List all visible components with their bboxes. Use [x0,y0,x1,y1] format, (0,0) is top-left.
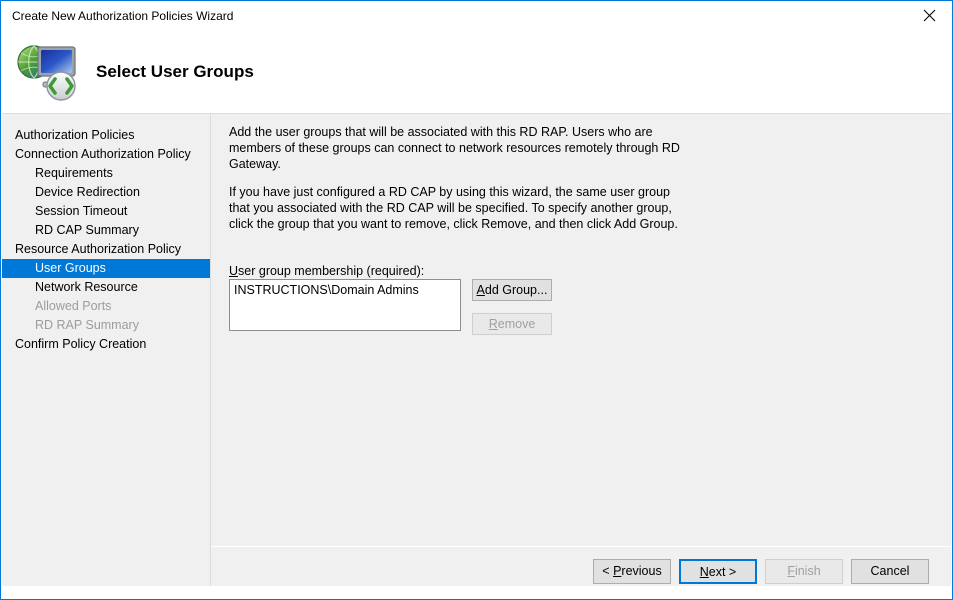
sidebar-item-user-groups[interactable]: User Groups [2,259,210,278]
rd-gateway-icon [10,36,82,108]
window-bottom-strip [2,586,951,599]
user-group-membership-label-accel: U [229,264,238,278]
description-paragraph-2: If you have just configured a RD CAP by … [229,184,687,232]
description-paragraph-1: Add the user groups that will be associa… [229,124,687,172]
wizard-footer: < Previous Next > Finish Cancel [211,547,951,586]
sidebar-item-resource-authorization-policy[interactable]: Resource Authorization Policy [2,240,210,259]
user-group-membership-label: User group membership (required): [229,264,424,278]
previous-button-pre: < [602,564,613,578]
footer-button-group: < Previous Next > Finish Cancel [593,559,929,584]
next-button[interactable]: Next > [679,559,757,584]
cancel-button[interactable]: Cancel [851,559,929,584]
add-group-button-rest: dd Group... [485,283,548,297]
next-button-rest: ext > [709,565,736,579]
finish-button: Finish [765,559,843,584]
wizard-header: Select User Groups [2,31,951,113]
finish-button-accel: F [787,564,795,578]
wizard-step-list: Authorization Policies Connection Author… [2,114,210,586]
user-group-membership-label-rest: ser group membership (required): [238,264,424,278]
user-group-listbox[interactable]: INSTRUCTIONS\Domain Admins [229,279,461,331]
window-title: Create New Authorization Policies Wizard [12,10,233,22]
sidebar-item-authorization-policies[interactable]: Authorization Policies [2,126,210,145]
sidebar-item-device-redirection[interactable]: Device Redirection [2,183,210,202]
sidebar-item-allowed-ports: Allowed Ports [2,297,210,316]
next-button-accel: N [700,565,709,579]
previous-button-rest: revious [621,564,661,578]
sidebar-item-rd-cap-summary[interactable]: RD CAP Summary [2,221,210,240]
close-icon[interactable] [907,1,952,30]
add-group-button[interactable]: Add Group... [472,279,552,301]
list-item[interactable]: INSTRUCTIONS\Domain Admins [234,283,456,298]
add-group-button-accel: A [477,283,485,297]
remove-button: Remove [472,313,552,335]
finish-button-rest: inish [795,564,821,578]
sidebar-item-session-timeout[interactable]: Session Timeout [2,202,210,221]
group-action-buttons: Add Group... Remove [472,279,552,335]
sidebar-item-rd-rap-summary: RD RAP Summary [2,316,210,335]
sidebar-item-requirements[interactable]: Requirements [2,164,210,183]
remove-button-accel: R [489,317,498,331]
wizard-window: Create New Authorization Policies Wizard [0,0,953,600]
previous-button[interactable]: < Previous [593,559,671,584]
sidebar-item-confirm-policy-creation[interactable]: Confirm Policy Creation [2,335,210,354]
title-bar: Create New Authorization Policies Wizard [1,1,952,31]
content-pane: Add the user groups that will be associa… [211,114,951,546]
page-title: Select User Groups [96,62,254,82]
sidebar-item-connection-authorization-policy[interactable]: Connection Authorization Policy [2,145,210,164]
sidebar-item-network-resource[interactable]: Network Resource [2,278,210,297]
remove-button-rest: emove [498,317,536,331]
